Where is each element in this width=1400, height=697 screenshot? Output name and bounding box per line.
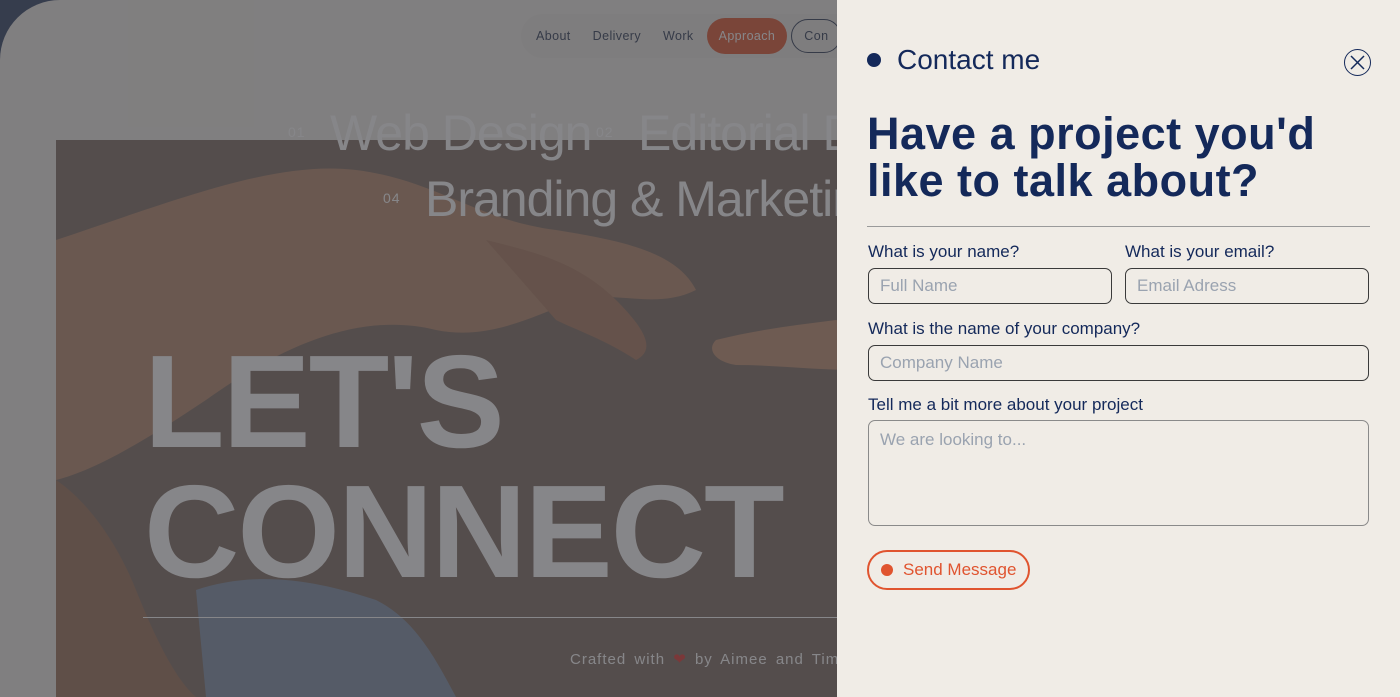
name-label: What is your name? — [868, 242, 1020, 261]
heart-icon: ❤ — [673, 651, 687, 668]
nav-contact[interactable]: Con — [791, 19, 842, 53]
close-icon — [1350, 55, 1365, 70]
nav-about[interactable]: About — [527, 19, 580, 53]
service-number: 04 — [383, 190, 401, 206]
name-input[interactable] — [868, 268, 1112, 304]
send-message-button[interactable]: Send Message — [867, 550, 1031, 590]
send-message-label: Send Message — [903, 560, 1017, 579]
panel-headline: Have a project you'd like to talk about? — [867, 108, 1316, 206]
company-label: What is the name of your company? — [868, 319, 1141, 338]
contact-panel: Contact me Have a project you'd like to … — [837, 0, 1400, 697]
hero-line-1: LET'S — [144, 328, 505, 475]
email-label: What is your email? — [1125, 242, 1275, 261]
footer-prefix: Crafted with — [570, 651, 666, 668]
service-title-text: Branding & Marketing — [425, 171, 887, 227]
send-dot-icon — [881, 564, 893, 576]
footer-suffix: by Aimee and Tim — [694, 651, 840, 668]
footer-credit: Crafted with ❤ by Aimee and Tim — [570, 650, 839, 668]
service-title: Branding & Marketing — [425, 170, 887, 228]
hero-line-2: CONNECT — [144, 458, 785, 605]
panel-title: Contact me — [897, 44, 1041, 75]
project-textarea[interactable] — [868, 420, 1369, 526]
service-number: 02 — [596, 124, 614, 140]
service-number: 01 — [288, 124, 306, 140]
close-button[interactable] — [1344, 49, 1371, 76]
panel-header: Contact me — [867, 44, 1040, 76]
project-label: Tell me a bit more about your project — [868, 395, 1143, 414]
bullet-dot-icon — [867, 53, 881, 67]
nav-work[interactable]: Work — [654, 19, 703, 53]
email-input[interactable] — [1125, 268, 1369, 304]
hero-divider — [143, 617, 843, 618]
nav-delivery[interactable]: Delivery — [584, 19, 650, 53]
service-title-text: Web Design — [330, 105, 592, 161]
service-title: Web Design — [330, 104, 592, 162]
nav-approach[interactable]: Approach — [706, 18, 788, 54]
company-input[interactable] — [868, 345, 1369, 381]
panel-divider — [867, 226, 1370, 227]
